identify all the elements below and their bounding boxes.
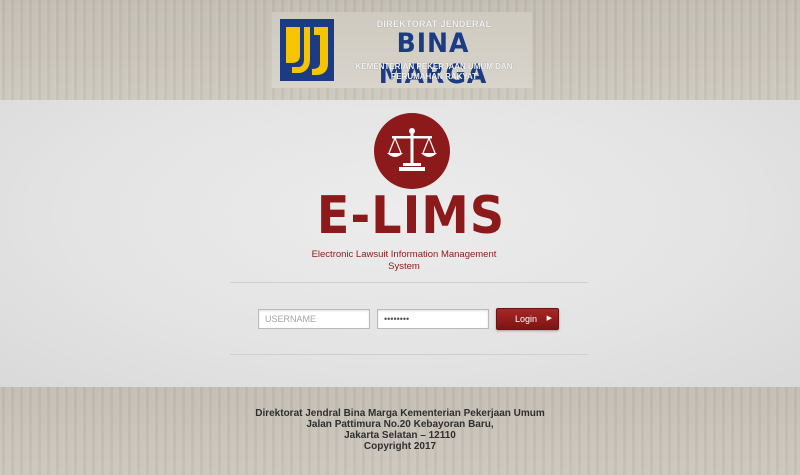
app-subtitle-line-2: System — [388, 261, 420, 272]
pu-logo-icon — [280, 19, 334, 81]
footer-line-1: Direktorat Jendral Bina Marga Kementeria… — [255, 408, 545, 419]
login-button-label: Login — [515, 314, 538, 324]
footer-line-3: Jakarta Selatan – 12110 — [344, 430, 456, 441]
ministry-line-1: KEMENTERIAN PEKERJAAN UMUM DAN — [355, 62, 513, 71]
login-button[interactable]: Login ▶ — [496, 308, 559, 330]
username-input[interactable] — [258, 309, 370, 329]
app-subtitle-line-1: Electronic Lawsuit Information Managemen… — [311, 249, 497, 260]
form-divider-top — [230, 282, 588, 283]
triangle-right-icon: ▶ — [546, 315, 552, 322]
scales-of-justice-icon — [374, 113, 450, 189]
ministry-text: KEMENTERIAN PEKERJAAN UMUM DAN PERUMAHAN… — [344, 62, 524, 82]
footer-address: Direktorat Jendral Bina Marga Kementeria… — [200, 408, 600, 452]
app-title: E-LIMS — [316, 186, 506, 246]
footer-line-2: Jalan Pattimura No.20 Kebayoran Baru, — [306, 419, 494, 430]
form-divider-bottom — [230, 354, 588, 355]
password-input[interactable] — [377, 309, 489, 329]
footer-line-4: Copyright 2017 — [363, 441, 437, 452]
app-subtitle: Electronic Lawsuit Information Managemen… — [306, 249, 502, 273]
ministry-line-2: PERUMAHAN RAKYAT — [390, 72, 478, 81]
